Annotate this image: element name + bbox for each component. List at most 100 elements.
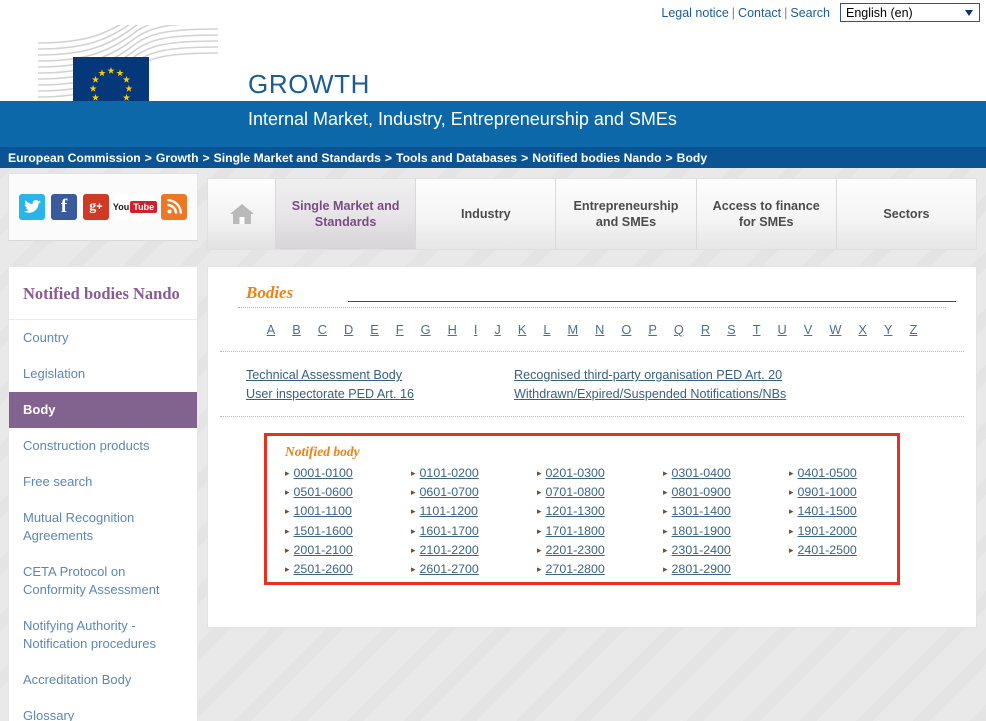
alphabet-link-x[interactable]: X [850, 322, 876, 337]
legal-notice-link[interactable]: Legal notice [661, 6, 728, 20]
facebook-icon[interactable]: f [51, 194, 77, 220]
sidebar-item-notifying-authority-notification-procedures[interactable]: Notifying Authority - Notification proce… [9, 608, 197, 662]
range-link-2001-2100[interactable]: 2001-2100 [294, 543, 353, 557]
nav-item-single-market-and-standards[interactable]: Single Market and Standards [276, 179, 416, 249]
alphabet-link-a[interactable]: A [258, 322, 284, 337]
range-link-0501-0600[interactable]: 0501-0600 [294, 485, 353, 499]
withdrawn-expired-suspended-link[interactable]: Withdrawn/Expired/Suspended Notification… [514, 387, 786, 401]
range-link-2301-2400[interactable]: 2301-2400 [672, 543, 731, 557]
range-link-0401-0500[interactable]: 0401-0500 [798, 466, 857, 480]
sidebar-item-body[interactable]: Body [9, 392, 197, 428]
sidebar-item-ceta-protocol-on-conformity-assessment[interactable]: CETA Protocol on Conformity Assessment [9, 554, 197, 608]
notified-body-box: Notified body ▸0001-0100 ▸0101-0200 ▸020… [264, 433, 900, 585]
alphabet-link-u[interactable]: U [769, 322, 795, 337]
sidebar-item-glossary[interactable]: Glossary [9, 698, 197, 721]
range-link-2501-2600[interactable]: 2501-2600 [294, 562, 353, 576]
sidebar-item-construction-products[interactable]: Construction products [9, 428, 197, 464]
user-inspectorate-link[interactable]: User inspectorate PED Art. 16 [246, 387, 414, 401]
range-link-0901-1000[interactable]: 0901-1000 [798, 485, 857, 499]
range-link-1701-1800[interactable]: 1701-1800 [546, 524, 605, 538]
range-link-0101-0200[interactable]: 0101-0200 [420, 466, 479, 480]
breadcrumb-item-4[interactable]: Notified bodies Nando [532, 151, 661, 165]
range-link-2401-2500[interactable]: 2401-2500 [798, 543, 857, 557]
main-content-panel: Bodies A B C D E F G H I J K L M N O P Q… [207, 266, 977, 628]
range-link-0601-0700[interactable]: 0601-0700 [420, 485, 479, 499]
range-link-1301-1400[interactable]: 1301-1400 [672, 504, 731, 518]
range-link-0701-0800[interactable]: 0701-0800 [546, 485, 605, 499]
bullet-arrow-icon: ▸ [285, 564, 290, 574]
range-link-1001-1100[interactable]: 1001-1100 [294, 504, 352, 518]
breadcrumb-item-0[interactable]: European Commission [8, 151, 141, 165]
twitter-icon[interactable] [19, 194, 45, 220]
alphabet-link-s[interactable]: S [719, 322, 745, 337]
range-link-2701-2800[interactable]: 2701-2800 [546, 562, 605, 576]
range-link-1201-1300[interactable]: 1201-1300 [546, 504, 605, 518]
range-link-0201-0300[interactable]: 0201-0300 [546, 466, 605, 480]
alphabet-link-g[interactable]: G [412, 322, 439, 337]
range-link-1801-1900[interactable]: 1801-1900 [672, 524, 731, 538]
sidebar-item-free-search[interactable]: Free search [9, 464, 197, 500]
sidebar-item-legislation[interactable]: Legislation [9, 356, 197, 392]
nav-item-industry[interactable]: Industry [416, 179, 556, 249]
alphabet-link-b[interactable]: B [284, 322, 310, 337]
youtube-icon[interactable]: YouTube [115, 194, 155, 220]
bullet-arrow-icon: ▸ [663, 526, 668, 536]
alphabet-link-m[interactable]: M [559, 322, 587, 337]
alphabet-link-y[interactable]: Y [875, 322, 901, 337]
chevron-down-icon [965, 10, 973, 16]
nav-item-access-to-finance-for-smes[interactable]: Access to finance for SMEs [697, 179, 837, 249]
range-link-1501-1600[interactable]: 1501-1600 [294, 524, 353, 538]
sidebar-item-country[interactable]: Country [9, 320, 197, 356]
range-link-0301-0400[interactable]: 0301-0400 [672, 466, 731, 480]
breadcrumb-item-3[interactable]: Tools and Databases [396, 151, 517, 165]
range-link-2601-2700[interactable]: 2601-2700 [420, 562, 479, 576]
alphabet-link-o[interactable]: O [613, 322, 640, 337]
breadcrumb-item-2[interactable]: Single Market and Standards [214, 151, 381, 165]
sidebar-item-mutual-recognition-agreements[interactable]: Mutual Recognition Agreements [9, 500, 197, 554]
google-plus-icon[interactable]: g+ [83, 194, 109, 220]
breadcrumb-item-1[interactable]: Growth [156, 151, 199, 165]
range-link-1101-1200[interactable]: 1101-1200 [420, 504, 478, 518]
nav-home-button[interactable] [208, 179, 276, 249]
alphabet-link-r[interactable]: R [692, 322, 718, 337]
range-link-2201-2300[interactable]: 2201-2300 [546, 543, 605, 557]
breadcrumb-item-5[interactable]: Body [677, 151, 707, 165]
range-cell: ▸2401-2500 [789, 541, 915, 560]
alphabet-link-f[interactable]: F [387, 322, 412, 337]
alphabet-link-c[interactable]: C [309, 322, 335, 337]
alphabet-link-e[interactable]: E [362, 322, 388, 337]
range-link-2801-2900[interactable]: 2801-2900 [672, 562, 731, 576]
alphabet-link-v[interactable]: V [795, 322, 821, 337]
alphabet-link-z[interactable]: Z [901, 322, 926, 337]
range-link-2101-2200[interactable]: 2101-2200 [420, 543, 479, 557]
range-cell: ▸2001-2100 [285, 541, 411, 560]
technical-assessment-body-link[interactable]: Technical Assessment Body [246, 368, 402, 382]
alphabet-link-j[interactable]: J [486, 322, 509, 337]
alphabet-link-p[interactable]: P [640, 322, 666, 337]
language-select[interactable]: English (en) [840, 3, 980, 22]
alphabet-link-i[interactable]: I [465, 322, 486, 337]
range-link-0801-0900[interactable]: 0801-0900 [672, 485, 731, 499]
european-commission-logo[interactable]: European Commission [73, 57, 149, 101]
contact-link[interactable]: Contact [738, 6, 781, 20]
sidebar-item-accreditation-body[interactable]: Accreditation Body [9, 662, 197, 698]
alphabet-link-l[interactable]: L [535, 322, 559, 337]
alphabet-link-n[interactable]: N [587, 322, 613, 337]
alphabet-link-k[interactable]: K [509, 322, 535, 337]
nav-item-entrepreneurship-and-smes[interactable]: Entrepreneurship and SMEs [556, 179, 696, 249]
recognised-third-party-organisation-link[interactable]: Recognised third-party organisation PED … [514, 368, 782, 382]
range-link-0001-0100[interactable]: 0001-0100 [294, 466, 353, 480]
alphabet-link-t[interactable]: T [744, 322, 769, 337]
range-link-1601-1700[interactable]: 1601-1700 [420, 524, 479, 538]
range-link-1401-1500[interactable]: 1401-1500 [798, 504, 857, 518]
bullet-arrow-icon: ▸ [411, 487, 416, 497]
rss-icon[interactable] [161, 194, 187, 220]
search-link[interactable]: Search [790, 6, 830, 20]
alphabet-link-w[interactable]: W [821, 322, 850, 337]
range-link-1901-2000[interactable]: 1901-2000 [798, 524, 857, 538]
nav-item-sectors[interactable]: Sectors [837, 179, 976, 249]
sidebar-item-label: CETA Protocol on Conformity Assessment [23, 564, 160, 597]
alphabet-link-q[interactable]: Q [665, 322, 692, 337]
alphabet-link-h[interactable]: H [439, 322, 465, 337]
alphabet-link-d[interactable]: D [336, 322, 362, 337]
